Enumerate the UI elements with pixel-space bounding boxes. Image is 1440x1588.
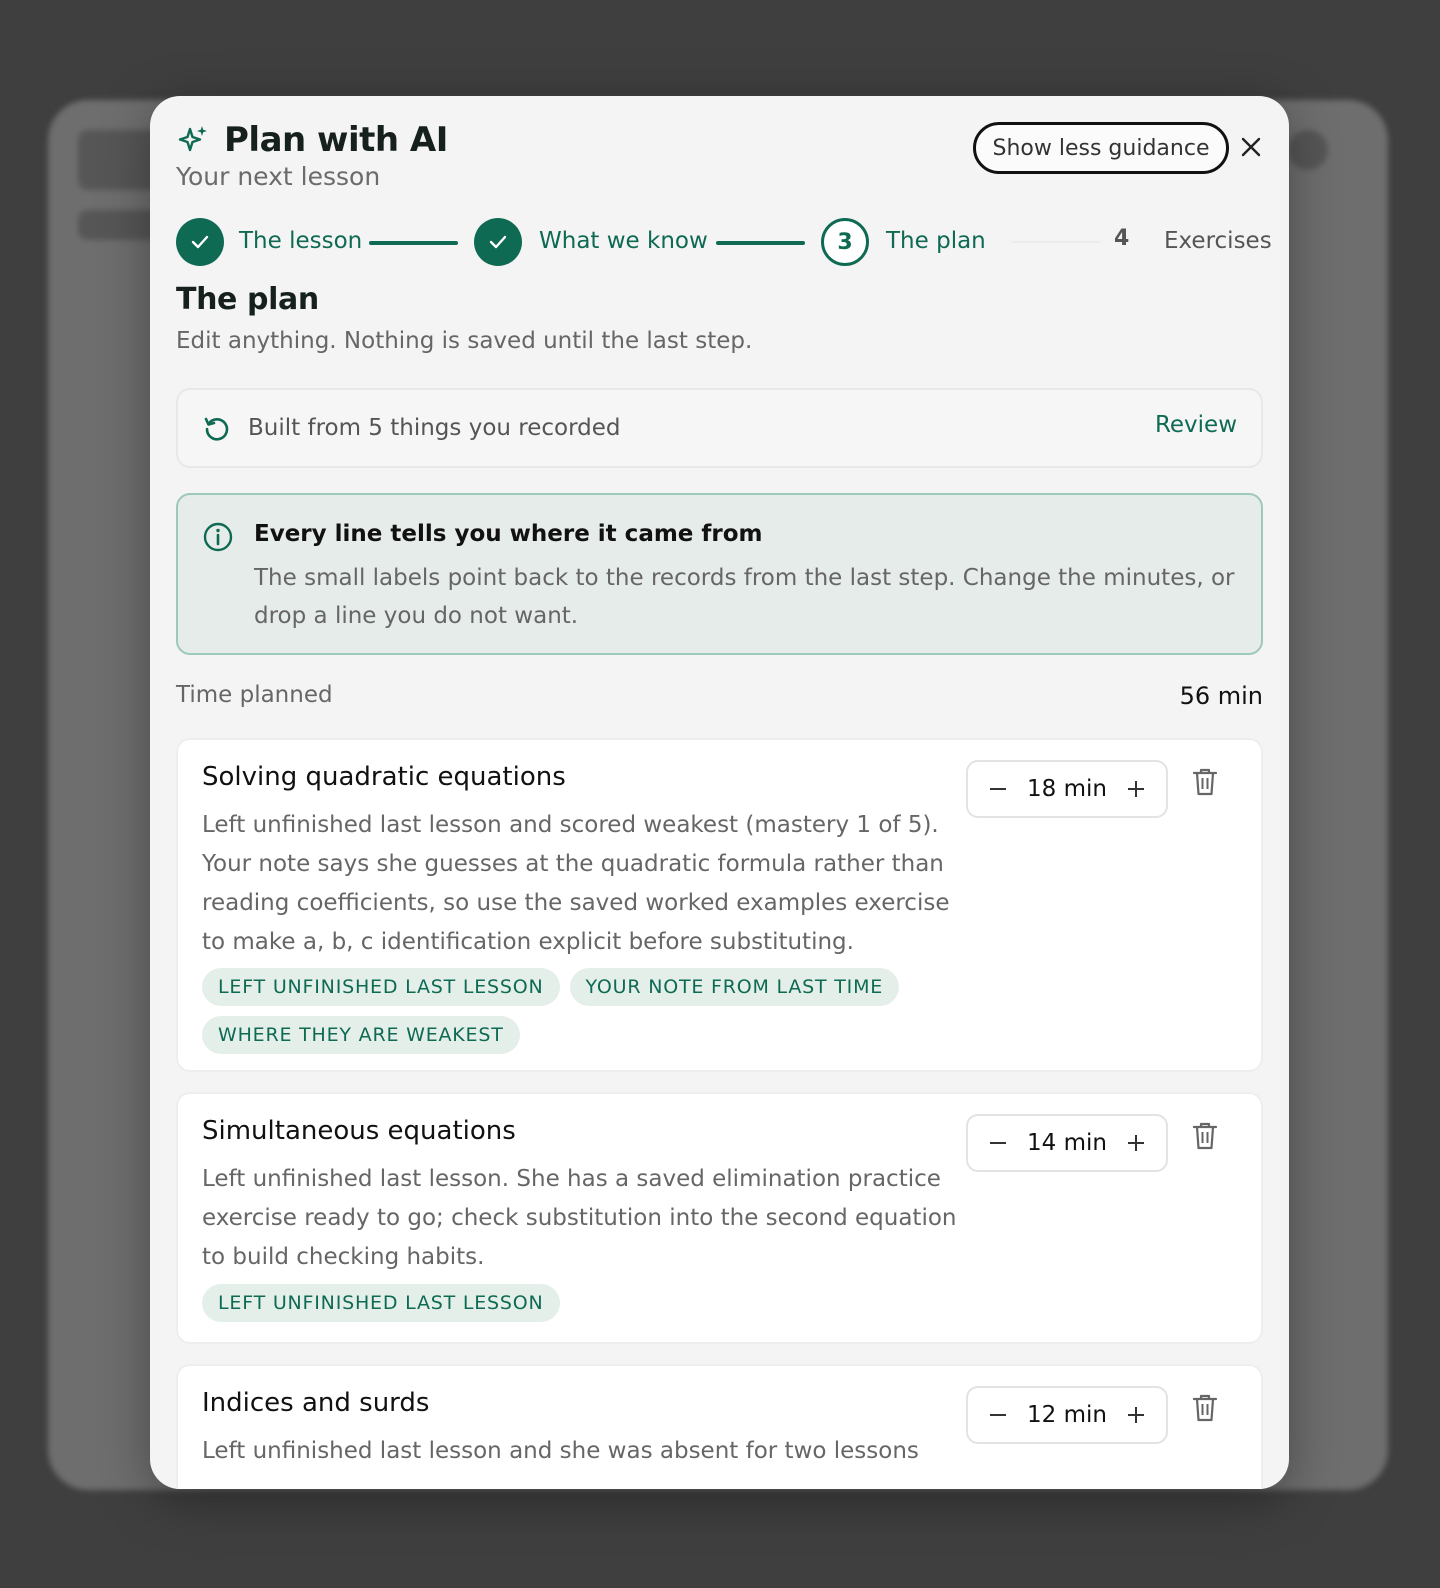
section-title: The plan [176, 282, 319, 317]
info-title: Every line tells you where it came from [254, 521, 763, 547]
step-1-label[interactable]: The lesson [239, 228, 362, 254]
increase-minutes-button[interactable] [1124, 1131, 1148, 1155]
minutes-value: 18 min [1027, 776, 1107, 802]
plan-item-title: Simultaneous equations [202, 1116, 516, 1146]
step-3-label: The plan [886, 228, 986, 254]
modal-subtitle: Your next lesson [176, 162, 381, 191]
modal-title-row: Plan with AI [176, 120, 448, 160]
step-1-check[interactable] [176, 218, 224, 266]
decrease-minutes-button[interactable] [986, 1403, 1010, 1427]
plan-item-description: Left unfinished last lesson. She has a s… [202, 1166, 957, 1270]
check-icon [489, 235, 507, 249]
plan-item-description: Left unfinished last lesson and she was … [202, 1438, 919, 1464]
time-planned-value: 56 min [1179, 682, 1263, 710]
info-icon [203, 522, 233, 552]
minutes-stepper: 18 min [966, 760, 1168, 818]
plan-item-description: Left unfinished last lesson and scored w… [202, 812, 950, 955]
minutes-stepper: 12 min [966, 1386, 1168, 1444]
minutes-value: 14 min [1027, 1130, 1107, 1156]
minus-icon [990, 1142, 1006, 1144]
info-body: The small labels point back to the recor… [254, 565, 1235, 629]
minutes-value: 12 min [1027, 1402, 1107, 1428]
step-4-label: Exercises [1164, 228, 1272, 254]
plan-item: Simultaneous equations Left unfinished l… [176, 1092, 1263, 1344]
close-button[interactable] [1234, 130, 1268, 164]
step-connector [716, 241, 805, 245]
trash-icon[interactable] [1190, 766, 1220, 798]
time-planned-row: Time planned 56 min [176, 682, 1263, 716]
time-planned-label: Time planned [176, 682, 333, 708]
plan-item: Indices and surds Left unfinished last l… [176, 1364, 1263, 1489]
increase-minutes-button[interactable] [1124, 1403, 1148, 1427]
plan-item-tags: LEFT UNFINISHED LAST LESSON [202, 1284, 962, 1322]
plus-icon [1127, 1407, 1144, 1423]
modal-header: Plan with AI Your next lesson Show less … [176, 120, 1263, 200]
step-2-check[interactable] [474, 218, 522, 266]
plus-icon [1127, 781, 1144, 797]
increase-minutes-button[interactable] [1124, 777, 1148, 801]
close-icon [1241, 137, 1261, 157]
plan-item-title: Solving quadratic equations [202, 762, 566, 792]
step-connector [369, 241, 458, 245]
plan-with-ai-modal: Plan with AI Your next lesson Show less … [150, 96, 1289, 1489]
source-tag: LEFT UNFINISHED LAST LESSON [202, 968, 560, 1006]
history-icon [204, 417, 229, 441]
minus-icon [990, 1414, 1006, 1416]
modal-title: Plan with AI [224, 120, 448, 160]
trash-icon[interactable] [1190, 1392, 1220, 1424]
plan-item-title: Indices and surds [202, 1388, 430, 1418]
step-connector [1011, 241, 1101, 243]
sparkle-icon [178, 126, 207, 152]
built-from-card: Built from 5 things you recorded Review [176, 388, 1263, 468]
source-tag: WHERE THEY ARE WEAKEST [202, 1016, 520, 1054]
section-subtitle: Edit anything. Nothing is saved until th… [176, 328, 753, 354]
decrease-minutes-button[interactable] [986, 777, 1010, 801]
step-3-number: 3 [821, 218, 869, 266]
trash-icon[interactable] [1190, 1120, 1220, 1152]
show-less-guidance-button[interactable]: Show less guidance [973, 122, 1229, 174]
decrease-minutes-button[interactable] [986, 1131, 1010, 1155]
built-from-text: Built from 5 things you recorded [248, 415, 621, 441]
progress-stepper: The lesson What we know 3 The plan 4 Exe… [176, 216, 1272, 266]
review-link[interactable]: Review [1155, 412, 1237, 438]
source-tag: LEFT UNFINISHED LAST LESSON [202, 1284, 560, 1322]
plan-item: Solving quadratic equations Left unfinis… [176, 738, 1263, 1072]
step-2-label[interactable]: What we know [539, 228, 708, 254]
minus-icon [990, 788, 1006, 790]
info-callout: Every line tells you where it came from … [176, 493, 1263, 655]
check-icon [191, 235, 209, 249]
plan-item-tags: LEFT UNFINISHED LAST LESSON YOUR NOTE FR… [202, 968, 962, 1054]
background-ghost-block [1288, 130, 1328, 170]
step-4-number: 4 [1114, 226, 1130, 251]
plus-icon [1127, 1135, 1144, 1151]
source-tag: YOUR NOTE FROM LAST TIME [569, 968, 900, 1006]
minutes-stepper: 14 min [966, 1114, 1168, 1172]
